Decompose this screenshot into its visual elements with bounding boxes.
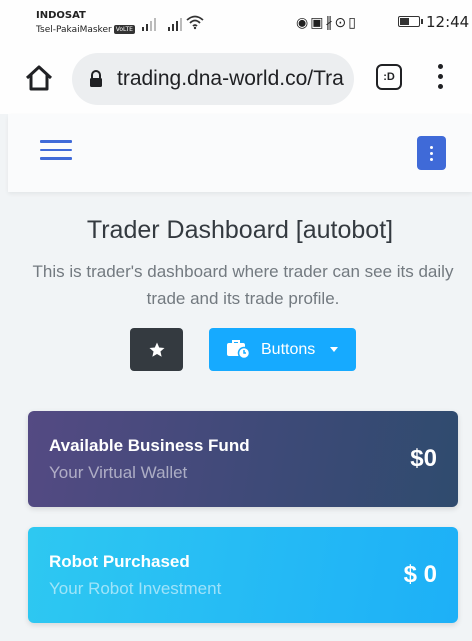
card-title: Robot Purchased — [49, 552, 190, 571]
tab-switcher-button[interactable]: :D — [376, 64, 402, 90]
signal-icon — [142, 18, 156, 31]
robot-purchased-card: Robot Purchased Your Robot Investment $ … — [28, 527, 458, 623]
menu-dot — [437, 64, 443, 69]
status-icons: ◉▣∦⊙▯ — [296, 14, 358, 31]
favorite-button[interactable] — [130, 328, 183, 371]
star-icon — [149, 342, 164, 357]
menu-dot — [437, 84, 443, 89]
signal-icon — [168, 18, 182, 31]
browser-menu-button[interactable] — [432, 64, 448, 94]
status-bar: INDOSAT Tsel-PakaiMasker VoLTE ◉▣∦⊙▯ 12:4… — [0, 0, 472, 42]
battery-fill — [400, 18, 410, 25]
nfc-icon: ▣ — [310, 14, 326, 30]
carrier-primary: INDOSAT — [36, 10, 86, 21]
vibrate-icon: ▯ — [348, 14, 358, 30]
page-title: Trader Dashboard [autobot] — [86, 216, 394, 244]
url-text: trading.dna-world.co/Tra — [117, 67, 344, 90]
carrier-secondary: Tsel-PakaiMasker VoLTE — [36, 25, 135, 35]
home-button[interactable] — [22, 61, 56, 95]
volte-badge: VoLTE — [113, 25, 135, 34]
app-header — [8, 114, 472, 192]
page-subtitle: This is trader's dashboard where trader … — [32, 262, 454, 308]
business-fund-card: Available Business Fund Your Virtual Wal… — [28, 411, 458, 507]
location-icon: ⊙ — [334, 14, 349, 30]
hamburger-menu-icon[interactable] — [40, 140, 72, 162]
home-icon — [25, 65, 53, 91]
clock: 12:44 — [426, 13, 470, 31]
lock-icon — [90, 70, 102, 87]
card-value: $0 — [410, 445, 437, 472]
battery-icon — [398, 16, 423, 27]
eye-icon: ◉ — [296, 14, 311, 30]
card-title: Available Business Fund — [49, 436, 250, 455]
wifi-icon — [186, 15, 204, 30]
buttons-dropdown-label: Buttons — [261, 341, 316, 358]
caret-down-icon — [330, 347, 338, 352]
business-time-icon — [227, 340, 250, 359]
buttons-dropdown[interactable]: Buttons — [209, 328, 356, 371]
more-options-button[interactable] — [417, 136, 446, 170]
card-subtitle: Your Robot Investment — [49, 579, 222, 598]
address-bar[interactable]: trading.dna-world.co/Tra — [72, 53, 354, 105]
browser-toolbar: trading.dna-world.co/Tra :D — [0, 42, 472, 114]
card-subtitle: Your Virtual Wallet — [49, 463, 188, 482]
carrier-secondary-label: Tsel-PakaiMasker — [36, 25, 112, 35]
menu-dot — [437, 74, 443, 79]
card-value: $ 0 — [403, 561, 437, 588]
